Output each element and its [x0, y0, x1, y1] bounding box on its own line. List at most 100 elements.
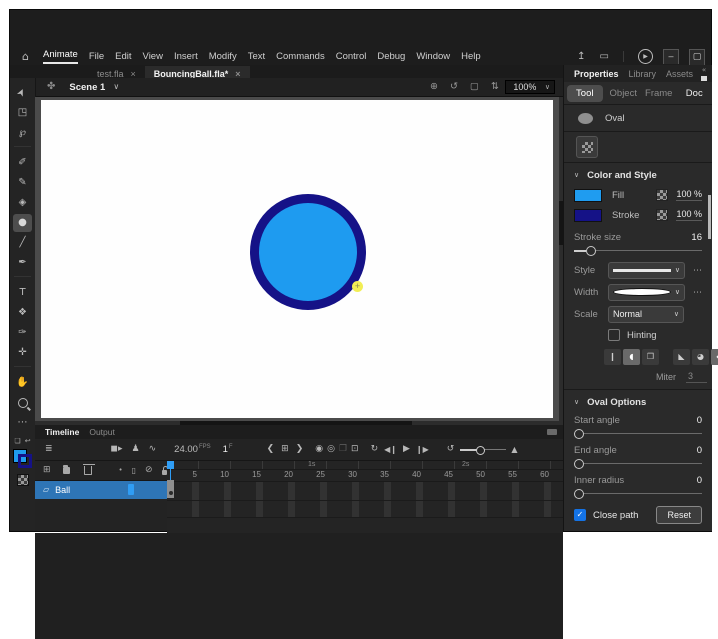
- paint-bucket-tool[interactable]: ❖: [13, 304, 32, 322]
- panel-menu-icon[interactable]: [547, 429, 557, 435]
- stroke-color-chip[interactable]: [18, 454, 32, 468]
- share-icon[interactable]: ↥: [577, 51, 585, 62]
- object-drawing-toggle[interactable]: [576, 136, 598, 158]
- center-stage-icon[interactable]: ⊕: [430, 82, 438, 92]
- layer-parenting-icon[interactable]: ♟: [132, 445, 140, 454]
- ball-shape[interactable]: [250, 194, 366, 310]
- fill-alpha-value[interactable]: 100 %: [676, 189, 702, 201]
- new-folder-icon[interactable]: [62, 465, 71, 474]
- onion-outline-icon[interactable]: ◎: [327, 445, 335, 454]
- edit-multiple-frames-icon[interactable]: ❐: [339, 445, 347, 454]
- inner-radius-value[interactable]: 0: [697, 475, 702, 486]
- empty-frames[interactable]: [167, 501, 563, 518]
- layer-row-ball[interactable]: ▱ Ball: [35, 481, 167, 499]
- minimize-button[interactable]: –: [663, 49, 679, 64]
- start-angle-slider[interactable]: [574, 428, 702, 440]
- join-round-button[interactable]: ◕: [692, 349, 709, 365]
- scale-dropdown[interactable]: Normal ∨: [608, 305, 684, 323]
- test-movie-button[interactable]: ▶: [638, 49, 653, 64]
- join-miter-button[interactable]: ◣: [673, 349, 690, 365]
- rotation-icon[interactable]: ↺: [450, 82, 458, 92]
- mode-tool[interactable]: Tool: [567, 84, 603, 102]
- selection-tool[interactable]: ➤: [13, 84, 32, 102]
- end-angle-value[interactable]: 0: [697, 445, 702, 456]
- line-tool[interactable]: ╱: [13, 234, 32, 252]
- tab-assets[interactable]: Assets: [666, 69, 693, 79]
- style-dropdown[interactable]: ∨: [608, 261, 685, 279]
- cap-round-button[interactable]: ◖: [623, 349, 640, 365]
- no-color-swatch-icon[interactable]: [16, 474, 29, 486]
- current-frame-indicator[interactable]: 1F: [223, 444, 233, 455]
- width-dropdown[interactable]: ∨: [608, 283, 685, 301]
- oval-options-header[interactable]: ∨ Oval Options: [564, 392, 712, 412]
- color-style-header[interactable]: ∨ Color and Style: [564, 165, 712, 185]
- close-path-checkbox[interactable]: ✓: [574, 509, 586, 521]
- zoom-select[interactable]: 100% ∨: [504, 80, 555, 94]
- timeline-zoom-max-icon[interactable]: ▲: [511, 445, 517, 454]
- panel-scrollbar[interactable]: [708, 195, 711, 239]
- clip-content-icon[interactable]: ▢: [470, 82, 479, 92]
- home-icon[interactable]: ⌂: [22, 51, 29, 62]
- ball-layer-frames[interactable]: [167, 482, 563, 501]
- zoom-tool[interactable]: [13, 394, 32, 412]
- pen-tool[interactable]: ✒: [13, 254, 32, 272]
- onion-skin-icon[interactable]: ◉: [315, 445, 323, 454]
- oval-tool[interactable]: ●: [13, 214, 32, 232]
- stroke-size-slider[interactable]: [574, 245, 702, 257]
- delete-layer-icon[interactable]: [83, 464, 96, 475]
- menu-modify[interactable]: Modify: [209, 51, 237, 62]
- frames-area[interactable]: 1s 2s 5 10 15 20 25 30 35 40 45 50 55 60: [167, 461, 563, 533]
- inner-radius-slider[interactable]: [574, 488, 702, 500]
- maximize-button[interactable]: ▢: [689, 48, 705, 65]
- tween-graph-icon[interactable]: ∿: [149, 445, 157, 454]
- mode-doc[interactable]: Doc: [677, 85, 713, 102]
- fps-indicator[interactable]: 24.00FPS: [174, 444, 210, 455]
- more-tools-button[interactable]: ⋯: [13, 414, 32, 432]
- step-back-icon[interactable]: ◀❙: [384, 445, 397, 454]
- alpha-checker-icon[interactable]: [656, 189, 669, 201]
- playhead[interactable]: [167, 461, 174, 469]
- menu-view[interactable]: View: [143, 51, 163, 62]
- stage-canvas[interactable]: +: [41, 100, 553, 418]
- classic-brush-tool[interactable]: ✎: [13, 174, 32, 192]
- stroke-alpha-value[interactable]: 100 %: [676, 209, 702, 221]
- edit-scene-icon[interactable]: ✤: [47, 82, 55, 92]
- eyedropper-tool[interactable]: ✑: [13, 324, 32, 342]
- style-options-button[interactable]: ⋯: [693, 265, 702, 276]
- miter-value[interactable]: 3: [686, 371, 708, 383]
- menu-edit[interactable]: Edit: [115, 51, 131, 62]
- tab-properties[interactable]: Properties: [574, 69, 619, 79]
- menu-text[interactable]: Text: [248, 51, 265, 62]
- swap-colors-icon[interactable]: ↩: [25, 438, 31, 445]
- camera-icon[interactable]: ◼▸: [111, 445, 123, 454]
- alpha-checker-icon[interactable]: [656, 209, 669, 221]
- menu-commands[interactable]: Commands: [276, 51, 325, 62]
- cap-flat-button[interactable]: ❙: [604, 349, 621, 365]
- menu-file[interactable]: File: [89, 51, 104, 62]
- next-keyframe-icon[interactable]: ❯: [296, 445, 304, 454]
- scene-name[interactable]: Scene 1: [69, 82, 105, 93]
- eraser-tool[interactable]: ◈: [13, 194, 32, 212]
- chevron-down-icon[interactable]: ∨: [113, 83, 119, 91]
- frame-ruler[interactable]: 5 10 15 20 25 30 35 40 45 50 55 60: [167, 470, 563, 482]
- hide-column-icon[interactable]: ⊘: [145, 466, 153, 475]
- menu-help[interactable]: Help: [461, 51, 481, 62]
- menu-control[interactable]: Control: [336, 51, 367, 62]
- stroke-swatch[interactable]: [574, 208, 602, 222]
- hinting-checkbox[interactable]: [608, 329, 620, 341]
- cap-square-button[interactable]: ❒: [642, 349, 659, 365]
- collapse-panel-icon[interactable]: «: [702, 66, 706, 74]
- reset-timeline-zoom-icon[interactable]: ↺: [447, 445, 455, 454]
- mode-object[interactable]: Object: [606, 85, 642, 102]
- end-angle-slider[interactable]: [574, 458, 702, 470]
- asset-warp-tool[interactable]: ✛: [13, 344, 32, 362]
- layer-name[interactable]: Ball: [55, 485, 70, 495]
- lasso-tool[interactable]: ℘: [13, 124, 32, 142]
- layer-color-chip[interactable]: [128, 484, 134, 495]
- default-colors-icon[interactable]: ❏: [14, 438, 20, 445]
- mode-frame[interactable]: Frame: [641, 85, 677, 102]
- keyframe-frame-1[interactable]: [167, 480, 174, 498]
- add-layer-icon[interactable]: ⊞: [43, 466, 51, 475]
- stroke-size-value[interactable]: 16: [691, 232, 702, 243]
- step-forward-icon[interactable]: ❙▶: [416, 445, 429, 454]
